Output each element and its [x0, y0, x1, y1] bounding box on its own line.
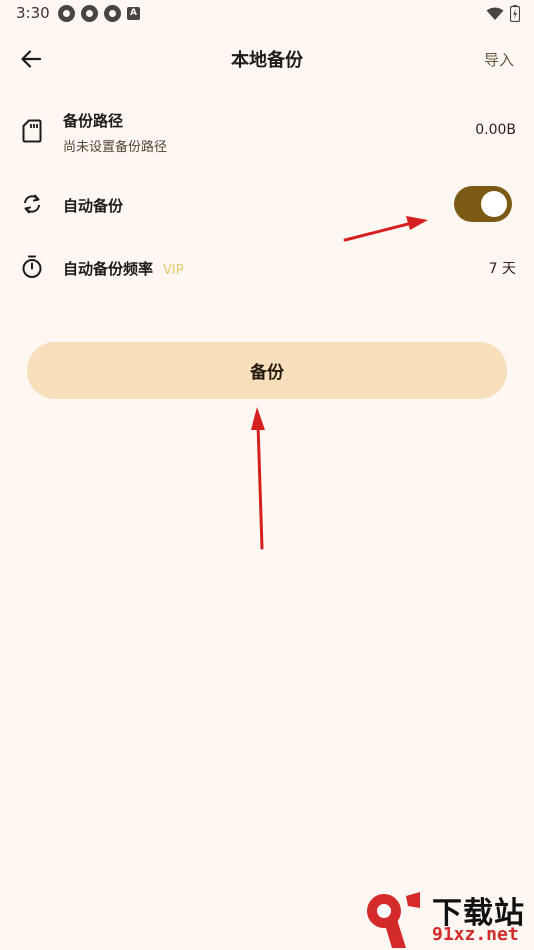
auto-backup-frequency-row[interactable]: 自动备份频率 VIP 7 天: [0, 252, 534, 282]
frequency-title: 自动备份频率 VIP: [63, 258, 184, 279]
notification-icons: A: [58, 5, 140, 22]
watermark: 下载站 91xz.net: [362, 888, 532, 950]
frequency-title-text: 自动备份频率: [63, 260, 154, 278]
auto-backup-row[interactable]: 自动备份: [0, 186, 534, 222]
import-button[interactable]: 导入: [484, 49, 514, 70]
sync-icon: [19, 191, 45, 217]
system-icons: [486, 5, 520, 22]
watermark-logo: [367, 892, 420, 948]
battery-icon: [510, 5, 520, 22]
watermark-sub-text: 91xz.net: [432, 924, 519, 945]
backup-path-title: 备份路径: [63, 112, 124, 130]
backup-size-value: 0.00B: [475, 122, 516, 138]
frequency-value: 7 天: [488, 261, 516, 277]
wifi-icon: [486, 7, 504, 20]
backup-path-subtitle: 尚未设置备份路径: [63, 140, 168, 155]
auto-backup-toggle[interactable]: [454, 186, 512, 222]
vip-badge: VIP: [163, 263, 184, 278]
pinwheel-icon: [104, 5, 121, 22]
pinwheel-icon: [58, 5, 75, 22]
app-bar: 本地备份 导入: [0, 30, 534, 88]
arrow-to-backup-button: [251, 407, 265, 550]
backup-button[interactable]: 备份: [27, 342, 507, 399]
sd-card-icon: [19, 118, 45, 144]
page-title: 本地备份: [231, 50, 303, 71]
toggle-knob: [481, 191, 507, 217]
status-bar: 3:30 A: [0, 0, 534, 28]
auto-backup-title: 自动备份: [63, 197, 124, 215]
timer-icon: [19, 254, 45, 280]
status-time: 3:30: [16, 4, 50, 22]
pinwheel-icon: [81, 5, 98, 22]
backup-path-row[interactable]: 备份路径 尚未设置备份路径 0.00B: [0, 108, 534, 158]
a-icon: A: [127, 7, 140, 20]
